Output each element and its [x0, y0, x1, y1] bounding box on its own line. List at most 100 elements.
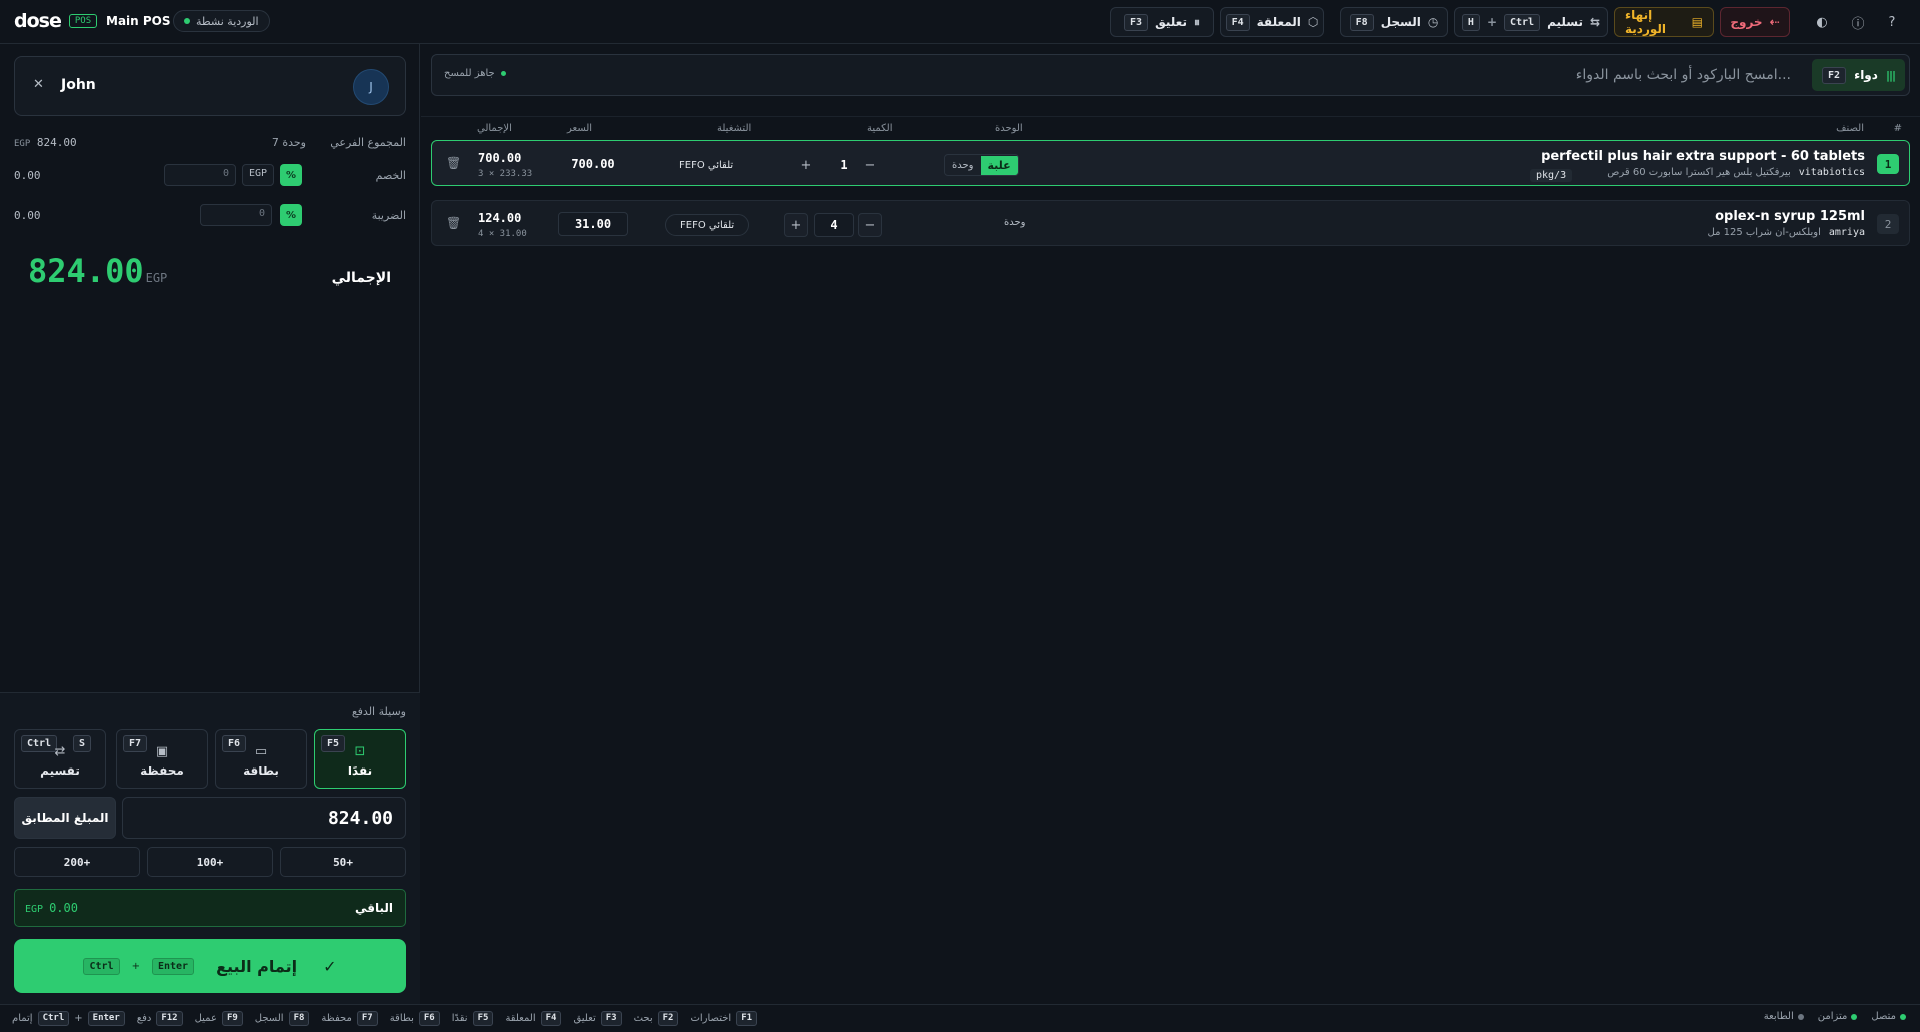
- batch-selector[interactable]: FEFO تلقائي: [665, 214, 750, 236]
- shortcut-key: F8: [288, 1011, 310, 1026]
- palette-icon[interactable]: ◐: [1812, 12, 1832, 32]
- shortcut-key: F3: [600, 1011, 622, 1026]
- shortcut-item: اختصارات F1: [690, 1011, 758, 1026]
- history-button[interactable]: F8 السجل ◷: [1340, 7, 1448, 37]
- table-row[interactable]: 2 oplex-n syrup 125ml اوبلكس-ان شراب 125…: [431, 200, 1910, 246]
- unit-price[interactable]: 700.00: [558, 152, 628, 176]
- history-key: F8: [1349, 13, 1374, 31]
- exact-amount-button[interactable]: المبلغ المطابق: [14, 797, 116, 839]
- complete-sale-button[interactable]: Ctrl + Enter إتمام البيع ✓: [14, 939, 406, 993]
- complete-sale-label: إتمام البيع: [216, 956, 298, 976]
- pending-button[interactable]: F4 المعلقة ⬡: [1220, 7, 1324, 37]
- quick-200-button[interactable]: +200: [14, 847, 140, 877]
- qty-value[interactable]: 1: [824, 153, 864, 177]
- quick-50-button[interactable]: +50: [280, 847, 406, 877]
- printer-dot-icon: [1797, 1013, 1804, 1020]
- end-shift-label: إنهاء الوردية: [1625, 8, 1666, 36]
- pay-wallet-button[interactable]: F7 ▣ محفظة: [116, 729, 208, 789]
- discount-input[interactable]: 0: [164, 164, 236, 186]
- status-bar: إتمام Ctrl + Enter دفع F12 عميل F9 السجل F8…: [0, 1004, 1920, 1032]
- shortcut-label: بطاقة: [389, 1013, 414, 1024]
- shortcut-complete: إتمام Ctrl + Enter: [12, 1011, 125, 1026]
- handover-button[interactable]: H + Ctrl تسليم ⇆: [1454, 7, 1608, 37]
- tax-percent-toggle[interactable]: %: [280, 204, 302, 226]
- row-index: 1: [1877, 154, 1899, 174]
- card-icon: ▭: [254, 744, 268, 759]
- info-icon[interactable]: ⓘ: [1848, 12, 1868, 32]
- suspend-button[interactable]: F3 تعليق ⏸: [1110, 7, 1214, 37]
- online-status-label: متصل: [1871, 1011, 1896, 1022]
- subtotal-amount: 824.00: [36, 136, 77, 149]
- help-icon[interactable]: ?: [1882, 12, 1902, 32]
- trash-icon[interactable]: 🗑: [446, 216, 461, 230]
- shortcut-complete-label: إتمام: [12, 1013, 33, 1024]
- customer-name: John: [61, 77, 96, 93]
- shortcut-label: المعلقة: [505, 1013, 536, 1024]
- product-manufacturer: amriya: [1828, 227, 1865, 238]
- unit-option-unit[interactable]: وحدة: [945, 156, 981, 174]
- brand: dose POS: [14, 10, 98, 32]
- unit-label: وحدة: [1004, 217, 1026, 228]
- tax-input[interactable]: 0: [200, 204, 272, 226]
- status-dot-icon: [500, 71, 506, 76]
- shift-status-badge: الوردية نشطة: [173, 10, 270, 32]
- pay-cash-button[interactable]: F5 ⊡ نقدًا: [314, 729, 406, 789]
- connection-status: الطابعة متزامن متصل: [1764, 1011, 1906, 1022]
- unit-option-box[interactable]: علبة: [980, 155, 1018, 175]
- customer-card[interactable]: ✕ John J: [14, 56, 406, 116]
- handover-key-ctrl: Ctrl: [1504, 13, 1541, 31]
- product-arabic-name: اوبلكس-ان شراب 125 مل: [1707, 227, 1821, 238]
- increase-qty-button[interactable]: +: [784, 213, 808, 237]
- qty-input[interactable]: 4: [814, 213, 854, 237]
- search-bar[interactable]: F2 دواء ||| امسح الباركود أو ابحث باسم ا…: [431, 54, 1910, 96]
- logout-button[interactable]: خروج ⇠: [1720, 7, 1790, 37]
- shortcut-label: اختصارات: [690, 1013, 732, 1024]
- shortcut-complete-enter: Enter: [87, 1011, 125, 1026]
- unit-price-input[interactable]: 31.00: [558, 212, 628, 236]
- search-input[interactable]: امسح الباركود أو ابحث باسم الدواء...: [1576, 67, 1791, 83]
- pay-card-label: بطاقة: [243, 764, 279, 778]
- table-row[interactable]: 1 perfectil plus hair extra support - 60…: [431, 140, 1910, 186]
- header-total: الإجمالي: [477, 123, 512, 134]
- sync-status: متزامن: [1818, 1011, 1858, 1022]
- cart-table-header: # الصنف الوحدة الكمية التشغيلة السعر الإ…: [421, 116, 1920, 140]
- trash-icon[interactable]: 🗑: [446, 156, 461, 170]
- unit-selector[interactable]: وحدة علبة: [944, 154, 1019, 176]
- product-name: perfectil plus hair extra support - 60 t…: [1541, 149, 1865, 164]
- remaining-box: الباقي EGP 0.00: [14, 889, 406, 927]
- shortcut-item: دفع F12: [137, 1011, 183, 1026]
- shortcut-key: F9: [221, 1011, 243, 1026]
- batch-selector[interactable]: FEFO تلقائي: [665, 154, 747, 176]
- decrease-qty-button[interactable]: −: [858, 213, 882, 237]
- shortcut-key: F7: [356, 1011, 378, 1026]
- tax-label: الضريبة: [371, 209, 406, 222]
- close-icon[interactable]: ✕: [33, 77, 44, 92]
- clock-icon: ◷: [1427, 15, 1439, 29]
- discount-currency-toggle[interactable]: EGP: [242, 164, 275, 186]
- pos-name: Main POS: [106, 14, 171, 28]
- payment-title: وسيلة الدفع: [351, 705, 406, 718]
- swap-icon: ⇆: [1590, 15, 1601, 29]
- search-type-button[interactable]: F2 دواء |||: [1812, 59, 1905, 91]
- shortcut-label: نقدًا: [451, 1013, 468, 1024]
- pay-split-button[interactable]: Ctrl S ⇄ تقسيم: [14, 729, 106, 789]
- end-shift-button[interactable]: إنهاء الوردية ▤: [1614, 7, 1714, 37]
- discount-percent-toggle[interactable]: %: [280, 164, 302, 186]
- shortcut-label: عميل: [194, 1013, 217, 1024]
- increase-qty-button[interactable]: +: [794, 153, 818, 177]
- complete-key-enter: Enter: [151, 957, 195, 975]
- pay-split-label: تقسيم: [40, 764, 80, 778]
- history-label: السجل: [1380, 15, 1421, 29]
- status-dot-icon: [184, 18, 190, 24]
- amount-input[interactable]: 824.00: [122, 797, 406, 839]
- shortcut-item: المعلقة F4: [505, 1011, 562, 1026]
- shortcut-key: F2: [657, 1011, 679, 1026]
- handover-plus: +: [1486, 15, 1497, 29]
- product-name: oplex-n syrup 125ml: [1715, 209, 1865, 224]
- online-dot-icon: [1900, 1013, 1906, 1020]
- shortcut-item: محفظة F7: [321, 1011, 378, 1026]
- pay-card-button[interactable]: F6 ▭ بطاقة: [215, 729, 307, 789]
- discount-value: 0.00: [14, 169, 41, 182]
- quick-100-button[interactable]: +100: [147, 847, 273, 877]
- split-icon: ⇄: [54, 744, 66, 759]
